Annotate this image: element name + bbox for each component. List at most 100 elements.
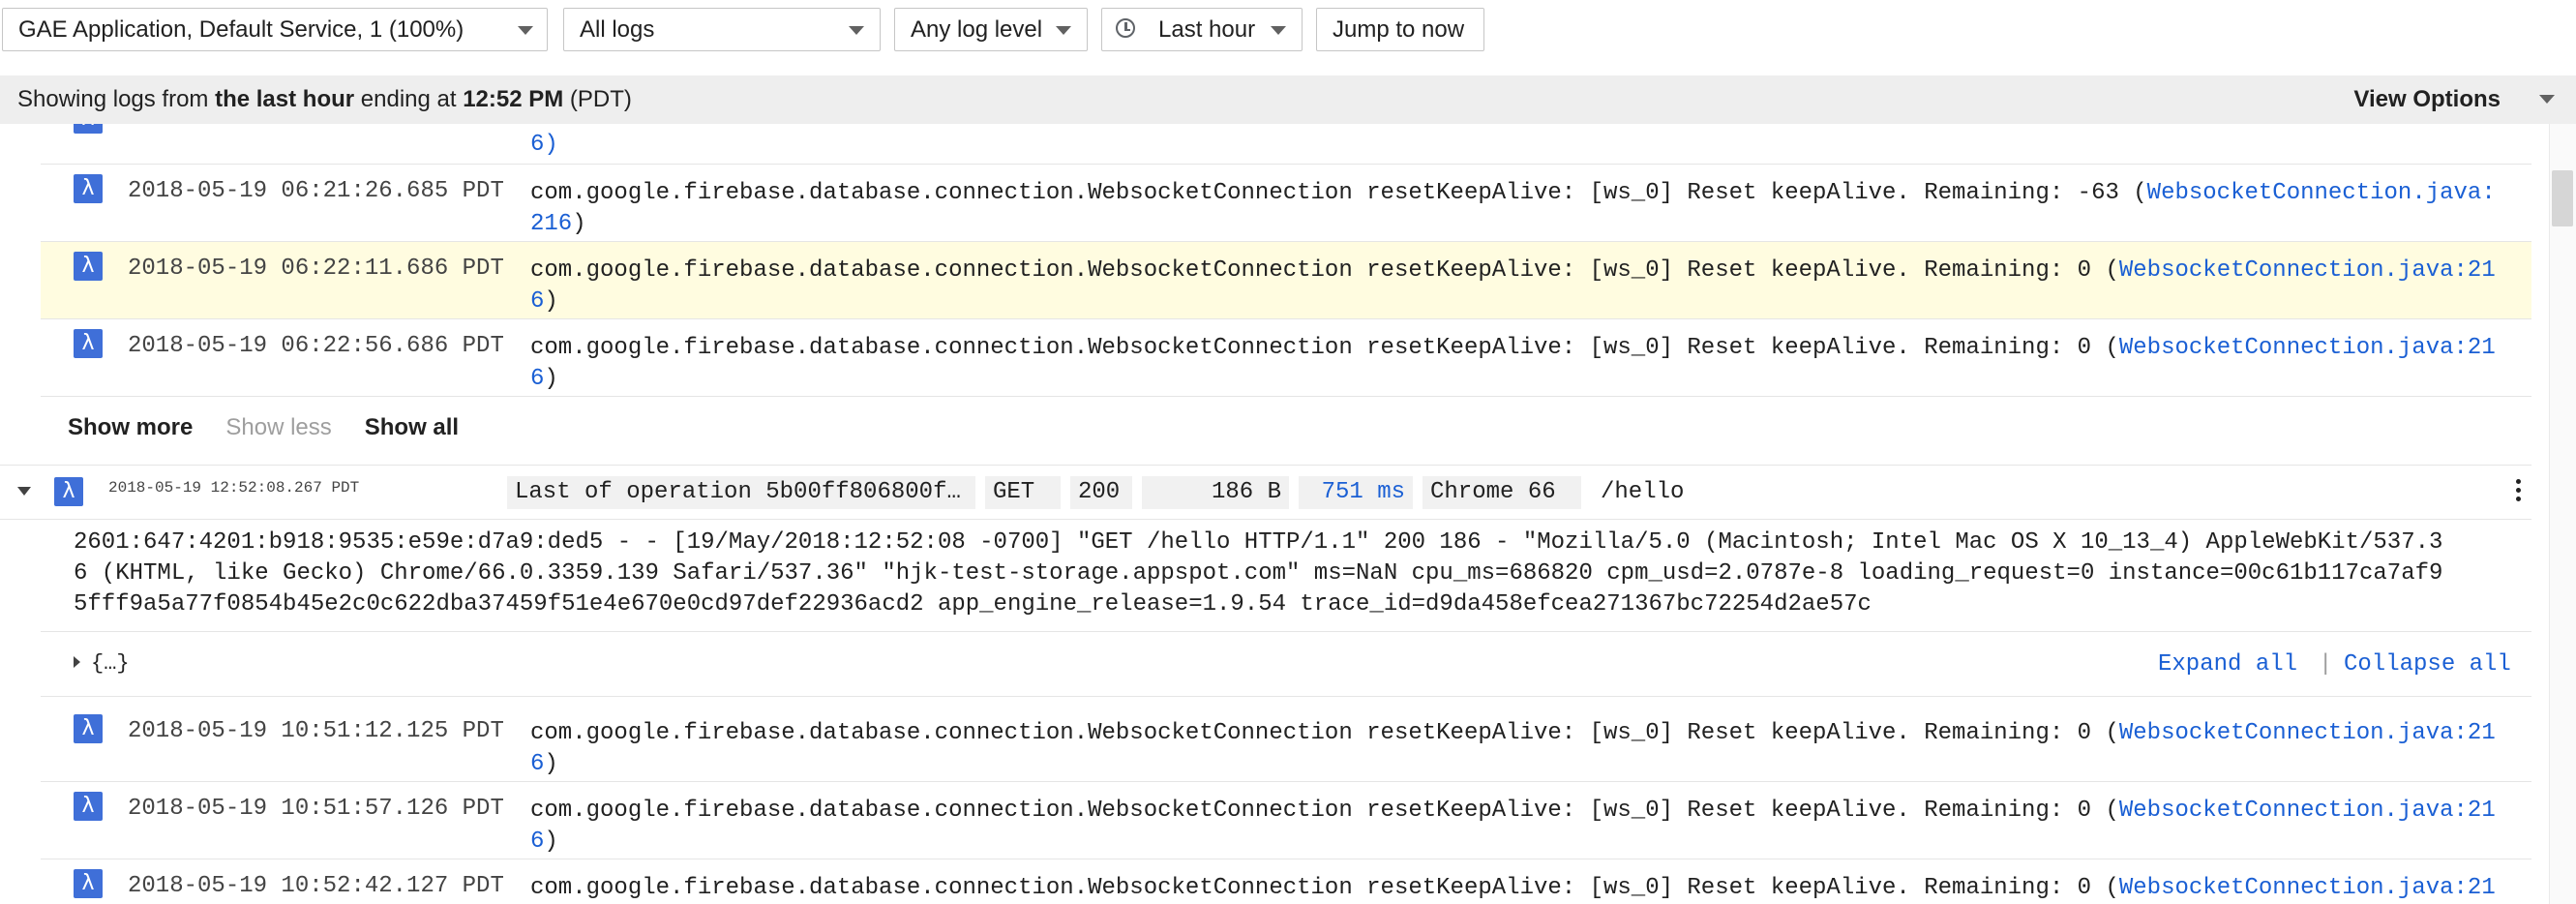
log-entry[interactable]: λ 2018-05-19 10:51:57.126 PDT com.google… — [41, 782, 2531, 859]
source-link[interactable]: WebsocketConnection.java:21 — [2119, 720, 2496, 746]
log-entry[interactable]: λ 6) — [41, 124, 2531, 165]
lambda-icon: λ — [74, 792, 103, 821]
log-entry[interactable]: λ 2018-05-19 06:21:26.685 PDT com.google… — [41, 165, 2531, 242]
expand-all-button[interactable]: Expand all — [2158, 651, 2297, 678]
chevron-down-icon — [1271, 26, 1286, 35]
status-chip: 200 — [1070, 476, 1132, 509]
source-link-cont[interactable]: 6 — [530, 829, 544, 855]
time-range-dropdown[interactable]: Last hour — [1101, 8, 1303, 51]
log-text: com.google.firebase.database.connection.… — [530, 180, 2147, 206]
log-entry[interactable]: λ 2018-05-19 10:52:42.127 PDT com.google… — [41, 859, 2531, 904]
log-entry-highlighted[interactable]: λ 2018-05-19 06:22:11.686 PDT com.google… — [41, 242, 2531, 319]
view-options-button[interactable]: View Options — [2353, 75, 2501, 124]
log-summary-bar: Showing logs from the last hour ending a… — [0, 75, 2576, 124]
log-message: com.google.firebase.database.connection.… — [530, 333, 2572, 395]
collapse-all-button[interactable]: Collapse all — [2344, 651, 2511, 678]
source-link[interactable]: WebsocketConnection.java:21 — [2119, 798, 2496, 824]
log-text: com.google.firebase.database.connection.… — [530, 335, 2119, 361]
chevron-down-icon — [2539, 95, 2555, 104]
request-payload: 2601:647:4201:b918:9535:e59e:d7a9:ded5 -… — [74, 527, 2442, 620]
log-timestamp: 2018-05-19 06:21:26.685 PDT — [128, 178, 504, 204]
log-message: com.google.firebase.database.connection.… — [530, 873, 2572, 904]
log-timestamp: 2018-05-19 10:51:57.126 PDT — [128, 796, 504, 822]
source-link-cont[interactable]: 6 — [530, 751, 544, 777]
method-chip: GET — [985, 476, 1061, 509]
log-text-tail: ) — [544, 366, 558, 392]
log-message: com.google.firebase.database.connection.… — [530, 718, 2572, 780]
request-timestamp: 2018-05-19 12:52:08.267 PDT — [108, 479, 360, 497]
lambda-icon: λ — [74, 174, 103, 203]
log-level-dropdown-label: Any log level — [911, 16, 1043, 43]
time-range-dropdown-label: Last hour — [1158, 16, 1256, 43]
summary-time: 12:52 PM — [463, 86, 564, 112]
request-log-entry[interactable]: λ 2018-05-19 12:52:08.267 PDT Last of op… — [0, 465, 2531, 520]
jump-to-now-button[interactable]: Jump to now — [1316, 8, 1484, 51]
log-name-dropdown[interactable]: All logs — [563, 8, 881, 51]
source-link[interactable]: WebsocketConnection.java:21 — [2119, 257, 2496, 284]
json-payload-row: {…} Expand all | Collapse all — [41, 631, 2531, 697]
log-text: com.google.firebase.database.connection.… — [530, 798, 2119, 824]
source-link[interactable]: WebsocketConnection.java:21 — [2119, 875, 2496, 901]
log-list: λ 6) λ 2018-05-19 06:21:26.685 PDT com.g… — [0, 124, 2576, 904]
log-text: com.google.firebase.database.connection.… — [530, 257, 2119, 284]
lambda-icon: λ — [54, 477, 83, 506]
operation-chip: Last of operation 5b00ff806800f… — [507, 476, 975, 509]
jump-to-now-label: Jump to now — [1333, 16, 1465, 43]
log-entry[interactable]: λ 2018-05-19 06:22:56.686 PDT com.google… — [41, 319, 2531, 397]
log-message: com.google.firebase.database.connection.… — [530, 178, 2572, 240]
show-less-button[interactable]: Show less — [225, 414, 331, 440]
log-message: com.google.firebase.database.connection.… — [530, 796, 2572, 858]
latency-chip[interactable]: 751 ms — [1299, 476, 1413, 509]
lambda-icon: λ — [74, 252, 103, 281]
summary-text: Showing logs from the last hour ending a… — [17, 75, 632, 124]
log-text-tail: ) — [572, 211, 586, 237]
source-link[interactable]: WebsocketConnection.java:21 — [2119, 335, 2496, 361]
payload-line: 2601:647:4201:b918:9535:e59e:d7a9:ded5 -… — [74, 529, 2443, 556]
log-message: com.google.firebase.database.connection.… — [530, 256, 2572, 317]
request-path: /hello — [1601, 479, 1685, 505]
log-text-tail: ) — [544, 288, 558, 315]
log-text-tail: ) — [544, 829, 558, 855]
log-timestamp: 2018-05-19 06:22:56.686 PDT — [128, 333, 504, 359]
source-link-cont[interactable]: 6 — [530, 366, 544, 392]
lambda-icon: λ — [74, 869, 103, 898]
lambda-icon: λ — [74, 329, 103, 358]
pagination-controls: Show more Show less Show all — [68, 414, 492, 441]
chevron-down-icon — [849, 26, 864, 35]
log-text: com.google.firebase.database.connection.… — [530, 720, 2119, 746]
lambda-icon: λ — [74, 124, 103, 134]
source-link-cont[interactable]: 216 — [530, 211, 572, 237]
vertical-scrollbar[interactable] — [2549, 124, 2576, 904]
chevron-down-icon — [1056, 26, 1071, 35]
log-timestamp: 2018-05-19 10:51:12.125 PDT — [128, 718, 504, 744]
json-collapsed-label[interactable]: {…} — [91, 651, 130, 676]
size-chip: 186 B — [1142, 476, 1289, 509]
source-link[interactable]: WebsocketConnection.java: — [2147, 180, 2496, 206]
log-level-dropdown[interactable]: Any log level — [894, 8, 1088, 51]
show-more-button[interactable]: Show more — [68, 414, 193, 440]
summary-prefix: Showing logs from — [17, 86, 216, 112]
collapse-triangle-icon[interactable] — [17, 487, 31, 496]
payload-line: 5fff9a5a77f0854b45e2c0c622dba37459f51e4e… — [74, 591, 1872, 618]
log-name-dropdown-label: All logs — [580, 16, 655, 43]
summary-range: the last hour — [215, 86, 355, 112]
log-text-tail: ) — [544, 751, 558, 777]
scrollbar-thumb[interactable] — [2552, 170, 2573, 226]
separator: | — [2319, 651, 2333, 678]
source-link[interactable]: 6) — [530, 132, 558, 158]
resource-dropdown[interactable]: GAE Application, Default Service, 1 (100… — [2, 8, 548, 51]
expand-triangle-icon[interactable] — [74, 656, 80, 668]
more-vert-icon[interactable] — [2516, 479, 2522, 505]
show-all-button[interactable]: Show all — [365, 414, 459, 440]
lambda-icon: λ — [74, 714, 103, 743]
summary-middle: ending at — [354, 86, 464, 112]
user-agent-chip: Chrome 66 — [1423, 476, 1581, 509]
log-entry[interactable]: λ 2018-05-19 10:51:12.125 PDT com.google… — [41, 705, 2531, 782]
source-link-cont[interactable]: 6 — [530, 288, 544, 315]
payload-line: 6 (KHTML, like Gecko) Chrome/66.0.3359.1… — [74, 560, 2443, 587]
filter-toolbar: GAE Application, Default Service, 1 (100… — [0, 0, 2576, 66]
log-text: com.google.firebase.database.connection.… — [530, 875, 2119, 901]
chevron-down-icon — [518, 26, 533, 35]
log-timestamp: 2018-05-19 06:22:11.686 PDT — [128, 256, 504, 282]
summary-suffix: (PDT) — [563, 86, 632, 112]
